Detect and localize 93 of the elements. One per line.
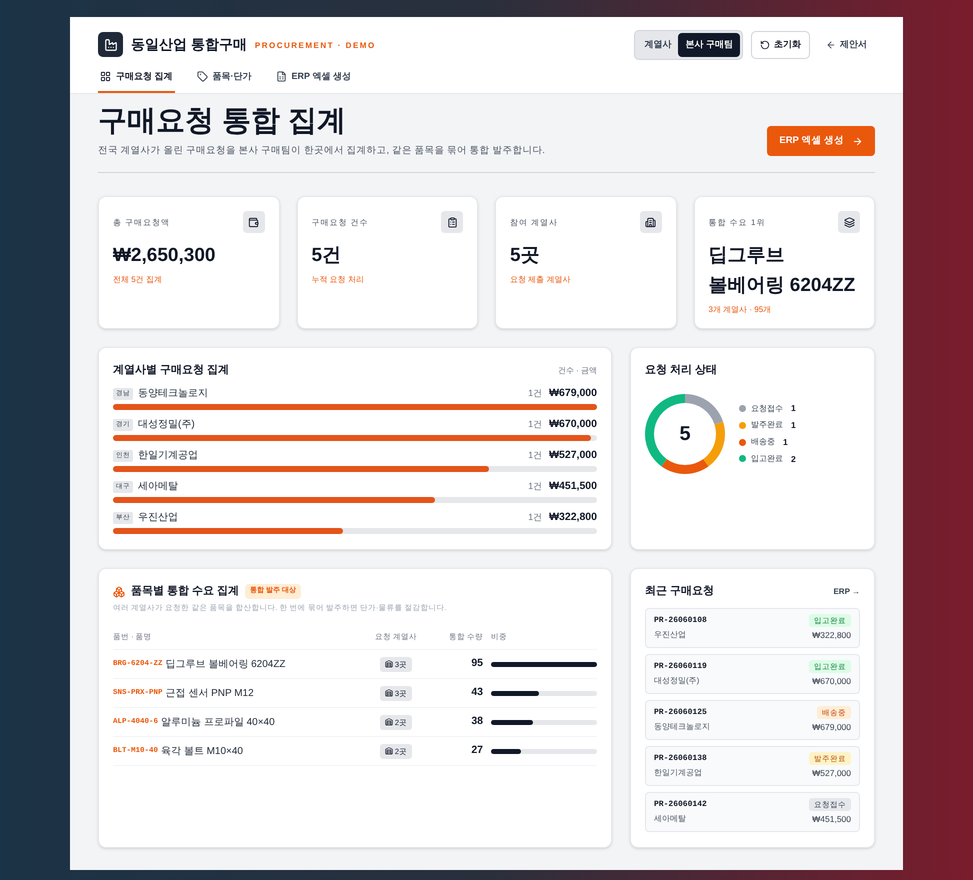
kpi-label: 총 구매요청액 bbox=[113, 217, 170, 230]
request-amount: ₩679,000 bbox=[812, 721, 851, 734]
request-amount: ₩670,000 bbox=[812, 675, 851, 688]
kpi-label: 참여 계열사 bbox=[510, 217, 558, 230]
back-link[interactable]: 제안서 bbox=[818, 32, 875, 58]
card-title: 품목별 통합 수요 집계 bbox=[131, 584, 240, 600]
kpi-note: 3개 계열사 · 95개 bbox=[708, 304, 772, 316]
request-id: PR-26060138 bbox=[654, 752, 707, 765]
view-toggle-option[interactable]: 본사 구매팀 bbox=[678, 33, 740, 56]
card-title: 계열사별 구매요청 집계 bbox=[113, 363, 230, 378]
reset-button[interactable]: 초기화 bbox=[751, 31, 810, 58]
affiliate-name: 대성정밀(주) bbox=[138, 418, 195, 432]
nav-tab[interactable]: ERP 엑셀 생성 bbox=[274, 70, 353, 93]
request-amount: ₩670,000 bbox=[549, 416, 597, 432]
card-title: 최근 구매요청 bbox=[645, 584, 714, 600]
legend-count: 1 bbox=[783, 436, 788, 448]
kpi-note: 누적 요청 처리 bbox=[312, 274, 365, 286]
item-name: 딥그루브 볼베어링 6204ZZ bbox=[166, 658, 286, 672]
affiliate-name: 세아메탈 bbox=[138, 480, 178, 494]
item-name: 근접 센서 PNP M12 bbox=[166, 686, 254, 701]
request-affiliate: 대성정밀(주) bbox=[654, 674, 700, 687]
request-count: 1건 bbox=[528, 449, 542, 462]
item-quantity: 43 bbox=[470, 685, 483, 700]
request-id: PR-26060125 bbox=[654, 706, 708, 719]
kpi-note: 요청 제출 계열사 bbox=[510, 274, 572, 286]
brand-name: 동일산업 통합구매 bbox=[131, 35, 247, 54]
boxes-icon bbox=[113, 586, 125, 598]
request-affiliate: 동양테크놀로지 bbox=[654, 720, 710, 733]
item-quantity: 38 bbox=[470, 714, 483, 730]
building-icon bbox=[384, 689, 393, 698]
kpi-value: 딥그루브 볼베어링 6204ZZ bbox=[708, 244, 856, 298]
request-amount: ₩322,800 bbox=[812, 629, 851, 642]
request-count: 1건 bbox=[528, 480, 542, 493]
request-amount: ₩451,500 bbox=[549, 478, 597, 494]
grid-icon bbox=[100, 70, 111, 82]
kpi-value: 5건 bbox=[312, 244, 342, 268]
legend-count: 1 bbox=[791, 402, 796, 415]
affiliate-name: 한일기계공업 bbox=[138, 449, 198, 464]
document-icon bbox=[276, 70, 287, 82]
kpi-label: 구매요청 건수 bbox=[312, 217, 369, 230]
request-count: 1건 bbox=[528, 418, 542, 431]
request-id: PR-26060108 bbox=[654, 614, 707, 627]
erp-excel-button[interactable]: ERP 엑셀 생성 bbox=[767, 126, 875, 156]
request-amount: ₩527,000 bbox=[549, 448, 597, 463]
item-quantity: 95 bbox=[470, 656, 483, 672]
legend-count: 2 bbox=[791, 452, 796, 466]
request-count: 1건 bbox=[528, 387, 542, 400]
affiliate-name: 동양테크놀로지 bbox=[138, 387, 208, 402]
request-amount: ₩527,000 bbox=[812, 767, 851, 780]
legend-label: 요청접수 bbox=[751, 402, 783, 415]
building-icon bbox=[640, 211, 662, 234]
clipboard-icon bbox=[441, 211, 463, 234]
kpi-label: 통합 수요 1위 bbox=[708, 217, 766, 230]
kpi-note: 전체 5건 집계 bbox=[113, 274, 163, 286]
request-affiliate: 세아메탈 bbox=[654, 812, 687, 825]
building-icon bbox=[384, 747, 393, 756]
kpi-value: 5곳 bbox=[510, 244, 541, 268]
wallet-icon bbox=[242, 211, 264, 234]
page-subtitle: 전국 계열사가 올린 구매요청을 본사 구매팀이 한곳에서 집계하고, 같은 품목을 묶어 통합 발주합니다. bbox=[98, 144, 545, 158]
nav-tab[interactable]: 품목·단가 bbox=[194, 70, 254, 93]
request-id: PR-26060142 bbox=[654, 798, 707, 811]
legend-count: 1 bbox=[791, 419, 796, 432]
request-affiliate: 한일기계공업 bbox=[654, 766, 703, 779]
request-amount: ₩322,800 bbox=[549, 510, 597, 525]
request-amount: ₩679,000 bbox=[549, 386, 597, 401]
brand-tagline: PROCUREMENT · DEMO bbox=[254, 40, 376, 52]
layers-icon bbox=[838, 211, 860, 234]
request-amount: ₩451,500 bbox=[812, 813, 851, 826]
tag-icon bbox=[196, 70, 208, 82]
reset-icon bbox=[760, 40, 770, 50]
erp-link[interactable]: ERP → bbox=[833, 586, 860, 598]
affiliate-name: 우진산업 bbox=[138, 511, 178, 526]
nav-tab[interactable]: 구매요청 집계 bbox=[98, 70, 175, 93]
view-toggle-option[interactable]: 계열사 bbox=[637, 33, 678, 56]
kpi-value: ₩2,650,300 bbox=[113, 244, 216, 268]
donut-center-value: 5 bbox=[679, 422, 691, 445]
page-title: 구매요청 통합 집계 bbox=[98, 104, 348, 139]
request-id: PR-26060119 bbox=[654, 660, 707, 673]
factory-logo-icon bbox=[98, 32, 123, 58]
building-icon bbox=[384, 718, 393, 726]
request-count: 1건 bbox=[528, 511, 542, 524]
arrow-left-icon bbox=[826, 40, 836, 50]
building-icon bbox=[384, 660, 393, 668]
card-legend: 건수 · 금액 bbox=[558, 364, 597, 376]
item-name: 알루미늄 프로파일 40×40 bbox=[161, 716, 275, 730]
item-quantity: 27 bbox=[470, 743, 483, 758]
legend-label: 입고완료 bbox=[751, 452, 783, 465]
request-affiliate: 우진산업 bbox=[654, 628, 687, 641]
legend-label: 발주완료 bbox=[751, 419, 783, 432]
item-name: 육각 볼트 M10×40 bbox=[161, 744, 243, 759]
arrow-right-icon bbox=[852, 136, 863, 147]
legend-label: 배송중 bbox=[751, 436, 775, 448]
card-title: 요청 처리 상태 bbox=[645, 363, 718, 378]
